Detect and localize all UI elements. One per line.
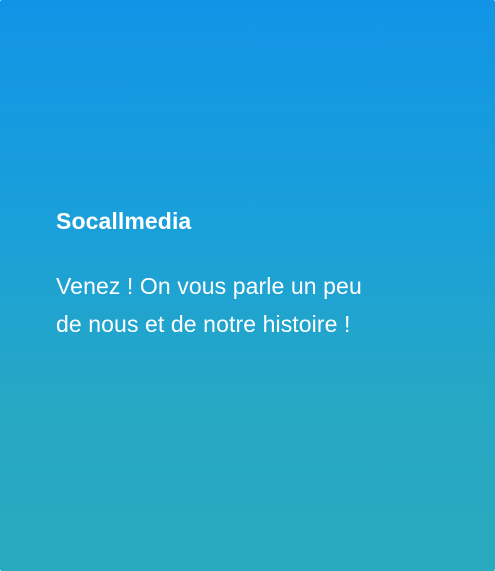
about-card: Socallmedia Venez ! On vous parle un peu… — [0, 0, 495, 571]
card-description: Venez ! On vous parle un peu de nous et … — [56, 273, 362, 337]
card-title: Socallmedia — [56, 208, 192, 234]
card-content: Socallmedia Venez ! On vous parle un peu… — [56, 205, 386, 343]
